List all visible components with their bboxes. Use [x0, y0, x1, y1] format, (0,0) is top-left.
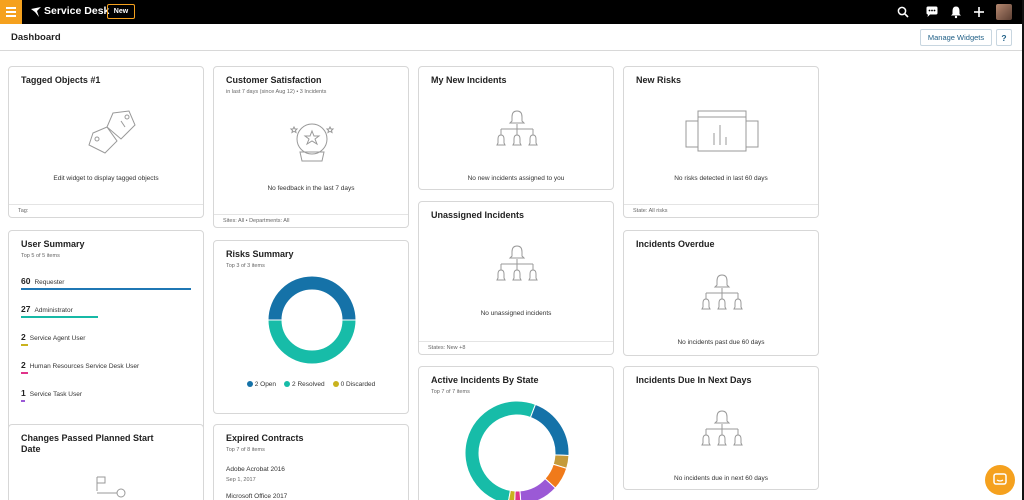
- user-summary-row[interactable]: 2 Service Agent User: [21, 332, 85, 342]
- expired-contracts-widget[interactable]: Expired Contracts Top 7 of 8 items Adobe…: [213, 424, 409, 500]
- widget-footer: States: New +8: [419, 341, 613, 354]
- new-button[interactable]: New: [107, 4, 135, 19]
- widget-footer: State: All risks: [624, 204, 818, 217]
- help-button[interactable]: ?: [996, 29, 1012, 46]
- legend-item-open[interactable]: 2 Open: [246, 381, 276, 388]
- chat-support-button[interactable]: [985, 465, 1015, 495]
- risks-summary-widget[interactable]: Risks Summary Top 3 of 3 items 2 Open 2 …: [213, 240, 409, 414]
- donut-slice-1[interactable]: [267, 319, 357, 365]
- empty-message: Edit widget to display tagged objects: [53, 175, 159, 182]
- widget-title: Incidents Due In Next Days: [636, 375, 752, 385]
- widget-title: Tagged Objects #1: [21, 75, 101, 85]
- changes-passed-widget[interactable]: Changes Passed Planned Start Date: [8, 424, 204, 500]
- widget-title: User Summary: [21, 239, 85, 249]
- active-incidents-widget[interactable]: Active Incidents By State Top 7 of 7 ite…: [418, 366, 614, 500]
- widget-title: Incidents Overdue: [636, 239, 715, 249]
- legend-item-discarded[interactable]: 0 Discarded: [332, 381, 375, 388]
- widget-title: Expired Contracts: [226, 433, 304, 443]
- empty-message: No risks detected in last 60 days: [674, 175, 768, 182]
- contract-name[interactable]: Microsoft Office 2017: [226, 493, 287, 500]
- widget-subtitle: Top 7 of 7 items: [431, 389, 470, 395]
- empty-message: No incidents past due 60 days: [677, 339, 765, 346]
- user-summary-bar: [21, 316, 98, 318]
- incidents-bell-tree-icon: [701, 410, 743, 446]
- search-icon[interactable]: [896, 5, 910, 19]
- incidents-bell-tree-icon: [496, 245, 538, 281]
- my-new-incidents-widget[interactable]: My New Incidents No new incidents assign…: [418, 66, 614, 190]
- widget-title: Risks Summary: [226, 249, 294, 259]
- empty-message: No unassigned incidents: [480, 310, 552, 317]
- active-incidents-donut-chart: [465, 401, 569, 500]
- contract-date: Sep 1, 2017: [226, 477, 256, 483]
- user-summary-bar: [21, 400, 25, 402]
- widget-subtitle: in last 7 days (since Aug 12) • 3 Incide…: [226, 89, 327, 95]
- widget-title: Customer Satisfaction: [226, 75, 322, 85]
- widget-title: Changes Passed Planned Start Date: [21, 433, 154, 454]
- customer-satisfaction-widget[interactable]: Customer Satisfaction in last 7 days (si…: [213, 66, 409, 228]
- widget-title: Unassigned Incidents: [431, 210, 525, 220]
- incidents-bell-tree-icon: [496, 110, 538, 146]
- empty-message: No new incidents assigned to you: [467, 175, 565, 182]
- manage-widgets-button[interactable]: Manage Widgets: [920, 29, 992, 46]
- user-summary-row[interactable]: 2 Human Resources Service Desk User: [21, 360, 139, 370]
- chart-legend: 2 Open 2 Resolved 0 Discarded: [214, 381, 408, 388]
- chat-icon[interactable]: [925, 5, 939, 19]
- donut-slice-1[interactable]: [529, 403, 569, 457]
- page-title: Dashboard: [11, 32, 61, 43]
- widget-subtitle: Top 5 of 5 items: [21, 253, 60, 259]
- incidents-overdue-widget[interactable]: Incidents Overdue No incidents past due …: [623, 230, 819, 356]
- widget-title: Active Incidents By State: [431, 375, 539, 385]
- dashboard-canvas: Tagged Objects #1 Edit widget to display…: [0, 52, 1024, 500]
- user-summary-bar: [21, 288, 191, 290]
- notification-bell-icon[interactable]: [949, 5, 963, 19]
- contract-name[interactable]: Adobe Acrobat 2016: [226, 466, 285, 473]
- risks-donut-chart: [267, 275, 357, 365]
- incidents-due-widget[interactable]: Incidents Due In Next Days No incidents …: [623, 366, 819, 490]
- incidents-bell-tree-icon: [701, 274, 743, 310]
- widget-title: New Risks: [636, 75, 682, 85]
- tag-illustration-icon: [88, 110, 136, 154]
- new-risks-widget[interactable]: New Risks No risks detected in last 60 d…: [623, 66, 819, 218]
- widget-subtitle: Top 3 of 3 items: [226, 263, 265, 269]
- user-summary-bar: [21, 372, 28, 374]
- donut-slice-0[interactable]: [267, 275, 357, 321]
- widget-footer: Tag:: [9, 204, 203, 217]
- legend-item-resolved[interactable]: 2 Resolved: [284, 381, 325, 388]
- donut-slice-0[interactable]: [465, 401, 537, 500]
- add-icon[interactable]: [972, 5, 986, 19]
- page-header: Dashboard Manage Widgets ?: [0, 24, 1024, 51]
- unassigned-incidents-widget[interactable]: Unassigned Incidents No unassigned incid…: [418, 201, 614, 355]
- chat-bubble-icon: [993, 473, 1007, 485]
- user-summary-row[interactable]: 27 Administrator: [21, 304, 73, 314]
- widget-subtitle: Top 7 of 8 items: [226, 447, 265, 453]
- user-summary-row[interactable]: 1 Service Task User: [21, 388, 82, 398]
- top-bar: Service Desk New: [0, 0, 1024, 24]
- risks-screen-icon: [685, 110, 759, 152]
- changes-flow-icon: [96, 476, 126, 498]
- widget-title: My New Incidents: [431, 75, 507, 85]
- user-summary-bar: [21, 344, 28, 346]
- menu-icon[interactable]: [0, 0, 22, 24]
- service-desk-logo-icon: [31, 7, 41, 17]
- app-name: Service Desk: [44, 5, 110, 17]
- crystal-ball-icon: [289, 123, 335, 162]
- user-summary-row[interactable]: 60 Requester: [21, 276, 64, 286]
- user-avatar[interactable]: [996, 4, 1012, 20]
- empty-message: No incidents due in next 60 days: [674, 475, 768, 482]
- tagged-objects-widget[interactable]: Tagged Objects #1 Edit widget to display…: [8, 66, 204, 218]
- widget-footer: Sites: All • Departments: All: [214, 214, 408, 227]
- empty-message: No feedback in the last 7 days: [267, 185, 355, 192]
